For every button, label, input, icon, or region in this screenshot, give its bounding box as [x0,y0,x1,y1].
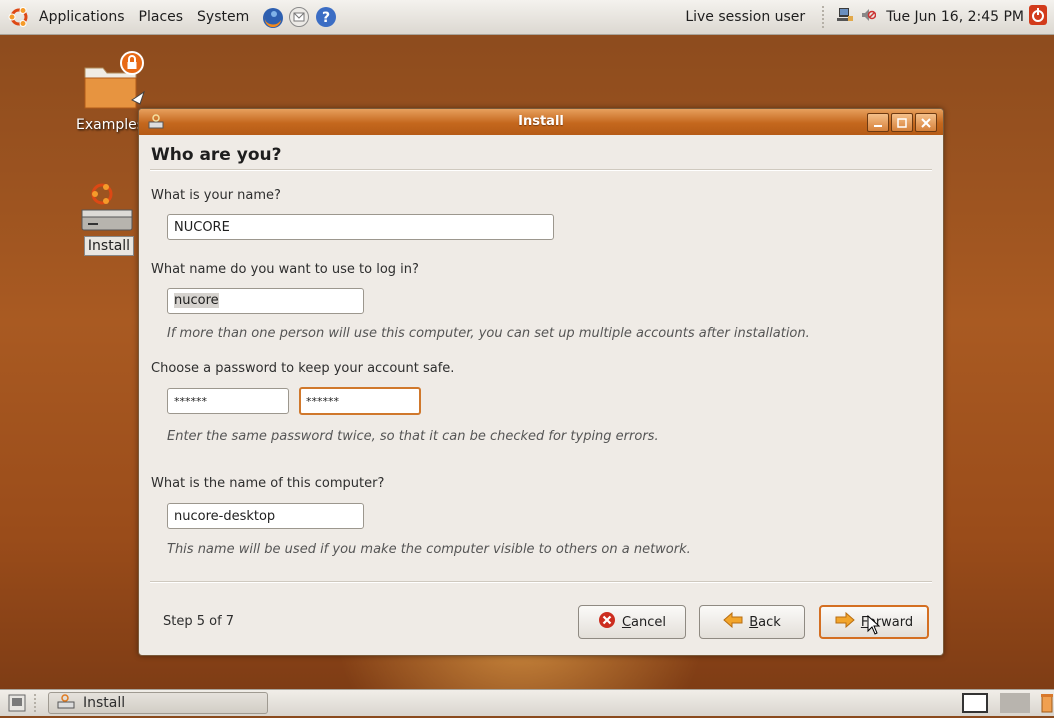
firefox-icon[interactable] [261,6,284,28]
svg-text:?: ? [322,10,330,26]
installer-icon [80,178,138,236]
mail-icon[interactable] [288,6,310,28]
panel-separator [822,6,826,28]
desktop-icon-install[interactable]: Install [80,178,138,256]
help-icon[interactable]: ? [315,6,337,28]
computer-name-question: What is the name of this computer? [151,476,385,491]
menu-applications[interactable]: Applications [32,0,132,34]
step-indicator: Step 5 of 7 [163,614,235,629]
volume-muted-icon[interactable] [860,7,877,27]
login-name-field[interactable]: nucore [167,288,364,314]
workspace-1[interactable] [962,693,988,713]
login-question: What name do you want to use to log in? [151,262,419,277]
close-button[interactable] [915,113,937,132]
menu-system[interactable]: System [190,0,256,34]
forward-arrow-icon [835,611,855,632]
back-label: Back [749,614,781,630]
window-titlebar[interactable]: Install [139,109,943,135]
taskbar-item-label: Install [83,695,126,711]
divider [150,581,932,583]
window-title: Install [518,114,564,129]
show-desktop-icon[interactable] [8,694,26,716]
password-question: Choose a password to keep your account s… [151,361,455,376]
computer-name-field[interactable] [167,503,364,529]
login-name-value: nucore [174,293,219,308]
password-field[interactable] [167,388,289,414]
ubuntu-logo-icon[interactable] [8,6,30,28]
cancel-button[interactable]: Cancel [578,605,686,639]
folder-icon [70,48,150,116]
panel-separator [34,694,38,712]
window-content: Who are you? What is your name? What nam… [139,135,943,655]
network-icon[interactable] [836,6,854,28]
taskbar-item-install[interactable]: Install [48,692,268,714]
top-panel: Applications Places System ? Live sessio… [0,0,1054,35]
cancel-icon [598,611,616,633]
back-arrow-icon [723,611,743,632]
shutdown-icon[interactable] [1028,4,1048,30]
password-confirm-field[interactable] [299,387,421,415]
divider [150,169,932,171]
forward-button[interactable]: Forward [819,605,929,639]
user-switcher[interactable]: Live session user [678,0,812,34]
computer-name-hint: This name will be used if you make the c… [167,542,691,557]
bottom-panel: Install [0,689,1054,716]
full-name-field[interactable] [167,214,554,240]
menu-places[interactable]: Places [132,0,191,34]
installer-icon [57,693,75,713]
maximize-button[interactable] [891,113,913,132]
page-title: Who are you? [151,145,282,165]
login-hint: If more than one person will use this co… [167,326,810,341]
cancel-label: Cancel [621,614,667,630]
desktop-icon-label: Install [83,236,135,256]
trash-icon[interactable] [1040,692,1054,718]
workspace-2[interactable] [1000,693,1030,713]
clock[interactable]: Tue Jun 16, 2:45 PM [882,0,1028,34]
name-question: What is your name? [151,188,281,203]
back-button[interactable]: Back [699,605,805,639]
password-hint: Enter the same password twice, so that i… [167,429,659,444]
minimize-button[interactable] [867,113,889,132]
desktop-icon-label: Examples [75,117,145,133]
mouse-cursor-icon [867,614,881,639]
install-window: Install Who are you? What is your name? … [138,108,944,656]
